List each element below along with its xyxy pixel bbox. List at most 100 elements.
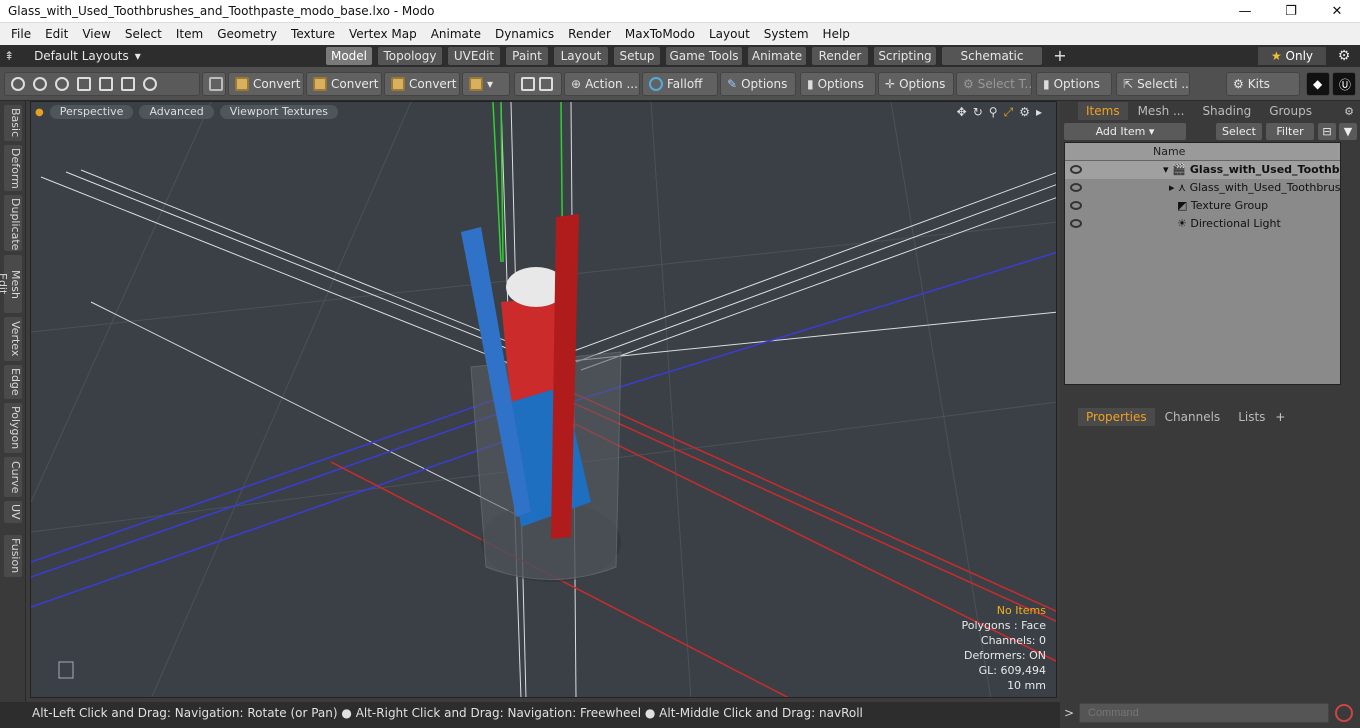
- layout-selector[interactable]: ⇞ Default Layouts ▾: [4, 47, 141, 65]
- tab-schematic-fusion[interactable]: Schematic Fusion: [942, 47, 1042, 81]
- falloff-button[interactable]: Falloff: [642, 72, 718, 96]
- close-button[interactable]: ✕: [1314, 0, 1360, 23]
- menu-item[interactable]: Item: [169, 23, 210, 45]
- tab-mesh[interactable]: Mesh ...: [1130, 102, 1193, 120]
- command-input[interactable]: [1079, 703, 1329, 723]
- 3d-viewport[interactable]: ● Perspective Advanced Viewport Textures…: [30, 101, 1057, 698]
- action-center-button[interactable]: ⊕ Action ...: [564, 72, 640, 96]
- tab-model[interactable]: Model: [326, 47, 372, 65]
- edge-mode-icon[interactable]: [55, 77, 69, 91]
- gear-icon[interactable]: ⚙: [1019, 105, 1030, 120]
- rotate-icon[interactable]: ↻: [973, 105, 983, 120]
- tab-game-tools[interactable]: Game Tools: [666, 47, 742, 65]
- menu-geometry[interactable]: Geometry: [210, 23, 284, 45]
- panel-options-icon[interactable]: ⚙: [1344, 105, 1360, 118]
- tab-deform[interactable]: Deform: [4, 145, 22, 191]
- list-item[interactable]: ▸ ⋏ Glass_with_Used_Toothbrus ...: [1065, 179, 1340, 197]
- pivot-mode-icon[interactable]: [143, 77, 157, 91]
- tab-uvedit[interactable]: UVEdit: [448, 47, 500, 65]
- tab-vertex[interactable]: Vertex: [4, 317, 22, 361]
- tab-lists[interactable]: Lists: [1230, 408, 1273, 426]
- menu-select[interactable]: Select: [118, 23, 169, 45]
- tab-basic[interactable]: Basic: [4, 105, 22, 141]
- menu-render[interactable]: Render: [561, 23, 618, 45]
- snap-dropdown[interactable]: ▾: [462, 72, 510, 96]
- tab-polygon[interactable]: Polygon: [4, 403, 22, 453]
- tab-scripting[interactable]: Scripting: [874, 47, 936, 65]
- viewport-textures-button[interactable]: Viewport Textures: [219, 105, 338, 119]
- perspective-button[interactable]: Perspective: [49, 105, 134, 119]
- tab-topology[interactable]: Topology: [378, 47, 442, 65]
- convert-button-1[interactable]: Convert: [228, 72, 304, 96]
- options-button-4[interactable]: ▮ Options: [1036, 72, 1112, 96]
- zoom-icon[interactable]: ⚲: [989, 105, 998, 120]
- fit-icon[interactable]: ⤢: [1004, 105, 1014, 120]
- convert-button-3[interactable]: Convert: [384, 72, 460, 96]
- tab-edge[interactable]: Edge: [4, 365, 22, 399]
- kits-button[interactable]: ⚙ Kits: [1226, 72, 1300, 96]
- menu-layout[interactable]: Layout: [702, 23, 757, 45]
- tab-uv[interactable]: UV: [4, 501, 22, 523]
- filter-button[interactable]: Filter: [1266, 123, 1314, 140]
- tab-curve[interactable]: Curve: [4, 457, 22, 497]
- tab-fusion[interactable]: Fusion: [4, 535, 22, 577]
- menu-system[interactable]: System: [757, 23, 816, 45]
- selection-button[interactable]: ⇱ Selecti ...: [1116, 72, 1190, 96]
- add-tab-button[interactable]: +: [1275, 410, 1285, 424]
- maximize-button[interactable]: ❐: [1268, 0, 1314, 23]
- eye-icon[interactable]: [1070, 165, 1082, 174]
- tab-setup[interactable]: Setup: [614, 47, 660, 65]
- tab-paint[interactable]: Paint: [506, 47, 548, 65]
- menu-maxtomodo[interactable]: MaxToModo: [618, 23, 702, 45]
- add-tab-button[interactable]: +: [1048, 47, 1072, 65]
- list-item[interactable]: ▾ 🎬 Glass_with_Used_Toothbr...: [1065, 161, 1340, 179]
- tab-mesh-edit[interactable]: Mesh Edit: [0, 255, 22, 313]
- menu-help[interactable]: Help: [816, 23, 857, 45]
- move-icon[interactable]: ✥: [957, 105, 967, 120]
- menu-texture[interactable]: Texture: [284, 23, 342, 45]
- shield-icon[interactable]: [202, 72, 226, 96]
- menu-vertex-map[interactable]: Vertex Map: [342, 23, 424, 45]
- menu-dynamics[interactable]: Dynamics: [488, 23, 561, 45]
- eye-icon[interactable]: [1070, 201, 1082, 210]
- eye-icon[interactable]: [1070, 219, 1082, 228]
- advanced-button[interactable]: Advanced: [139, 105, 214, 119]
- globe-icon[interactable]: [33, 77, 47, 91]
- vertex-mode-icon[interactable]: [11, 77, 25, 91]
- unreal-icon[interactable]: Ⓤ: [1332, 72, 1356, 96]
- funnel-icon[interactable]: ▼: [1339, 123, 1357, 140]
- minimize-button[interactable]: —: [1222, 0, 1268, 23]
- options-button-2[interactable]: ▮ Options: [800, 72, 876, 96]
- tab-items[interactable]: Items: [1078, 102, 1128, 120]
- list-item[interactable]: ☀ Directional Light: [1065, 215, 1340, 233]
- unity-icon[interactable]: ◆: [1306, 72, 1330, 96]
- tab-duplicate[interactable]: Duplicate: [4, 195, 22, 251]
- collapse-icon[interactable]: ⊟: [1318, 123, 1336, 140]
- options-button-1[interactable]: ✎ Options: [720, 72, 796, 96]
- symmetry-group[interactable]: [514, 72, 562, 96]
- polygon-mode-icon[interactable]: [77, 77, 91, 91]
- tab-render[interactable]: Render: [812, 47, 868, 65]
- select-t-button[interactable]: ⚙ Select T...: [956, 72, 1032, 96]
- tab-groups[interactable]: Groups: [1261, 102, 1320, 120]
- list-item[interactable]: ◩ Texture Group: [1065, 197, 1340, 215]
- convert-button-2[interactable]: Convert: [306, 72, 382, 96]
- gear-icon[interactable]: ⚙: [1332, 47, 1356, 65]
- tab-animate[interactable]: Animate: [748, 47, 806, 65]
- material-mode-icon[interactable]: [121, 77, 135, 91]
- add-item-button[interactable]: Add Item ▾: [1064, 123, 1186, 140]
- eye-icon[interactable]: [1070, 183, 1082, 192]
- options-button-3[interactable]: ✛ Options: [878, 72, 954, 96]
- tab-shading[interactable]: Shading: [1194, 102, 1259, 120]
- menu-edit[interactable]: Edit: [38, 23, 75, 45]
- record-icon[interactable]: [1335, 704, 1353, 722]
- tab-layout[interactable]: Layout: [554, 47, 608, 65]
- item-mode-icon[interactable]: [99, 77, 113, 91]
- arrow-right-icon[interactable]: ▸: [1036, 105, 1042, 120]
- select-button[interactable]: Select: [1216, 123, 1262, 140]
- tab-channels[interactable]: Channels: [1157, 408, 1229, 426]
- menu-file[interactable]: File: [4, 23, 38, 45]
- menu-view[interactable]: View: [75, 23, 117, 45]
- tab-properties[interactable]: Properties: [1078, 408, 1155, 426]
- only-toggle[interactable]: ★ Only: [1258, 47, 1326, 65]
